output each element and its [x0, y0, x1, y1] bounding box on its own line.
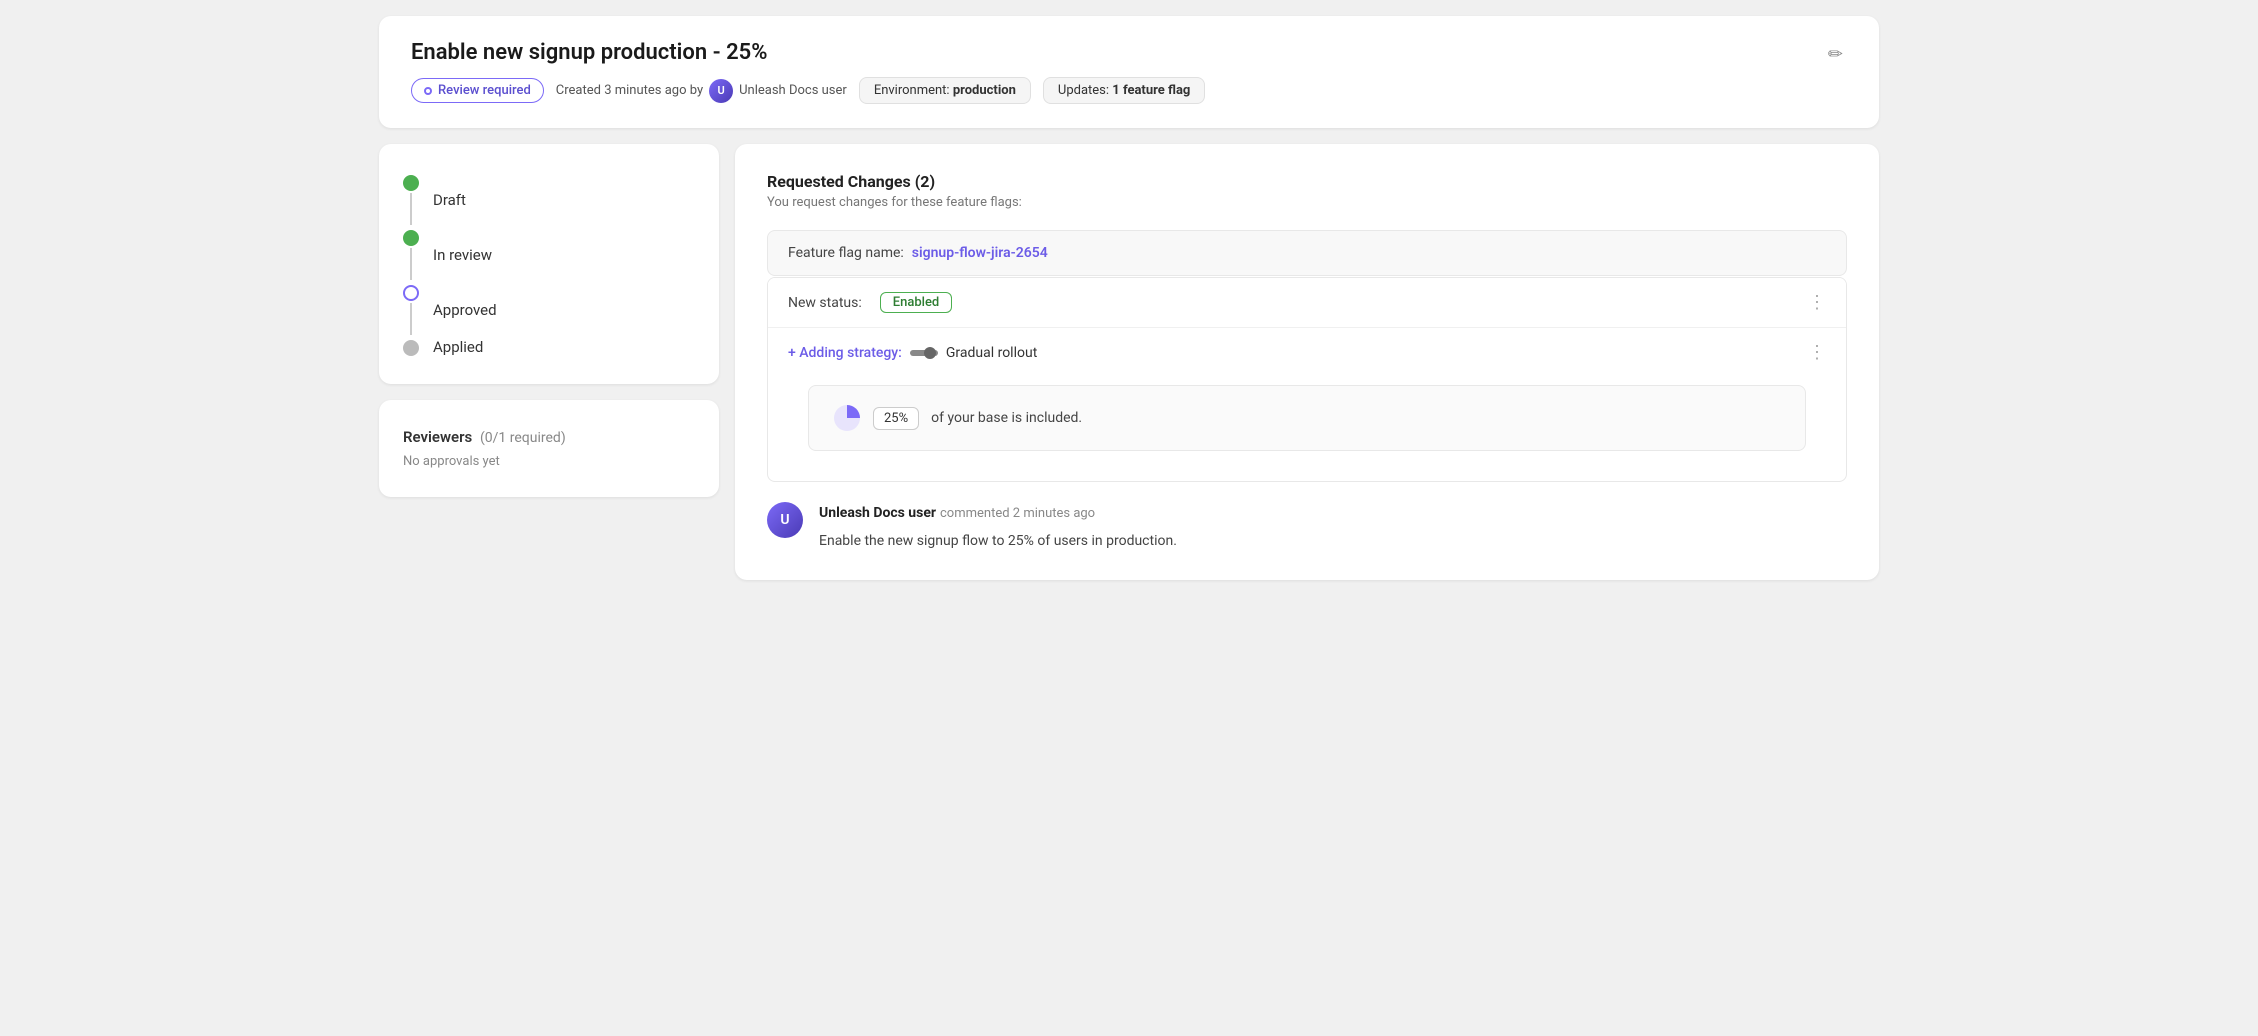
step-applied: Applied	[403, 337, 695, 356]
steps-card: Draft In review	[379, 144, 719, 384]
step-dot-inreview-wrapper	[403, 227, 419, 282]
flag-name-link[interactable]: signup-flow-jira-2654	[912, 245, 1048, 261]
comment-time: commented 2 minutes ago	[940, 506, 1095, 521]
step-label-applied: Applied	[433, 337, 483, 356]
strategy-row: + Adding strategy: Gradual rollout ⋮	[768, 327, 1846, 377]
comment-avatar: U	[767, 502, 803, 538]
steps-container: Draft In review	[403, 172, 695, 356]
status-row: New status: Enabled ⋮	[768, 278, 1846, 327]
step-approved: Approved	[403, 282, 695, 337]
status-label: New status:	[788, 295, 862, 311]
step-label-approved: Approved	[433, 300, 497, 319]
step-line-3	[410, 303, 412, 335]
environment-label: Environment:	[874, 83, 950, 98]
step-label-draft: Draft	[433, 190, 466, 209]
user-name: Unleash Docs user	[739, 83, 847, 98]
rollout-text: of your base is included.	[931, 410, 1082, 426]
updates-chip: Updates: 1 feature flag	[1043, 77, 1205, 104]
right-panel: Requested Changes (2) You request change…	[735, 144, 1879, 580]
step-draft: Draft	[403, 172, 695, 227]
header-meta: Review required Created 3 minutes ago by…	[411, 77, 1205, 104]
step-dot-applied	[403, 340, 419, 356]
review-badge-label: Review required	[438, 83, 531, 98]
right-card: Requested Changes (2) You request change…	[735, 144, 1879, 580]
created-text: Created 3 minutes ago by	[556, 83, 703, 98]
section-title: Requested Changes (2)	[767, 172, 1847, 191]
step-line-2	[410, 248, 412, 280]
updates-label: Updates:	[1058, 83, 1109, 98]
rollout-wrapper: 25% of your base is included.	[768, 377, 1846, 481]
environment-chip: Environment: production	[859, 77, 1031, 104]
created-by: Created 3 minutes ago by U Unleash Docs …	[556, 79, 847, 103]
environment-value: production	[953, 83, 1016, 98]
updates-value: 1 feature flag	[1112, 83, 1190, 98]
changes-box: New status: Enabled ⋮ + Adding strategy:	[767, 277, 1847, 482]
page-container: Enable new signup production - 25% Revie…	[379, 16, 1879, 580]
percentage-box: 25%	[873, 407, 919, 430]
comment-section: U Unleash Docs user commented 2 minutes …	[767, 502, 1847, 552]
comment-author: Unleash Docs user	[819, 505, 936, 521]
status-dots-menu[interactable]: ⋮	[1808, 292, 1826, 313]
reviewers-title: Reviewers (0/1 required)	[403, 428, 695, 446]
flag-name-label: Feature flag name:	[788, 245, 904, 261]
review-badge-dot	[424, 87, 432, 95]
header-card: Enable new signup production - 25% Revie…	[379, 16, 1879, 128]
step-line-1	[410, 193, 412, 225]
step-inreview: In review	[403, 227, 695, 282]
left-panel: Draft In review	[379, 144, 719, 580]
strategy-left: + Adding strategy: Gradual rollout	[788, 345, 1037, 361]
reviewers-subtitle: No approvals yet	[403, 454, 695, 469]
avatar: U	[709, 79, 733, 103]
edit-icon[interactable]: ✏	[1824, 40, 1847, 69]
comment-header: Unleash Docs user commented 2 minutes ag…	[819, 502, 1847, 521]
pie-chart-icon	[833, 404, 861, 432]
gradual-rollout-icon	[910, 346, 938, 360]
strategy-name: Gradual rollout	[946, 345, 1037, 361]
reviewers-card: Reviewers (0/1 required) No approvals ye…	[379, 400, 719, 497]
step-dot-approved	[403, 285, 419, 301]
adding-label: + Adding strategy:	[788, 345, 902, 361]
review-badge: Review required	[411, 78, 544, 103]
main-content: Draft In review	[379, 144, 1879, 580]
comment-box: Unleash Docs user commented 2 minutes ag…	[819, 502, 1847, 552]
step-label-inreview: In review	[433, 245, 492, 264]
strategy-dots-menu[interactable]: ⋮	[1808, 342, 1826, 363]
step-dot-approved-wrapper	[403, 282, 419, 337]
page-title: Enable new signup production - 25%	[411, 40, 1205, 65]
step-dot-draft	[403, 175, 419, 191]
comment-text: Enable the new signup flow to 25% of use…	[819, 531, 1847, 552]
flag-header: Feature flag name: signup-flow-jira-2654	[767, 230, 1847, 276]
step-dot-draft-wrapper	[403, 172, 419, 227]
step-dot-applied-wrapper	[403, 337, 419, 356]
section-subtitle: You request changes for these feature fl…	[767, 195, 1847, 210]
rollout-box: 25% of your base is included.	[808, 385, 1806, 451]
header-left: Enable new signup production - 25% Revie…	[411, 40, 1205, 104]
enabled-badge: Enabled	[880, 292, 953, 313]
step-dot-inreview	[403, 230, 419, 246]
